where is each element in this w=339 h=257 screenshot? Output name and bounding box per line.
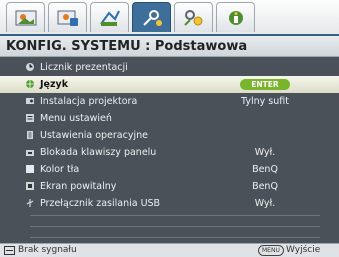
menu-item-presentation-timer[interactable]: Licznik prezentacji (0, 59, 339, 76)
menu-item-label: Język (40, 79, 69, 90)
tab-advanced-setup[interactable] (174, 2, 213, 32)
operation-icon (27, 131, 33, 139)
menu-item-label: Licznik prezentacji (40, 62, 128, 73)
menu-item-panel-key-lock[interactable]: Blokada klawiszy panelu Wył. (0, 144, 339, 161)
divider (30, 237, 320, 238)
divider (30, 226, 320, 227)
usb-icon (26, 199, 34, 207)
menu-item-menu-settings[interactable]: Menu ustawień (0, 110, 339, 127)
picture-icon (15, 10, 36, 25)
enter-badge: ENTER (240, 79, 290, 90)
menu-item-label: Ekran powitalny (40, 181, 117, 192)
menu-item-label: Menu ustawień (40, 113, 112, 124)
menu-item-usb-power-switch[interactable]: Przełącznik zasilania USB Wył. (0, 195, 339, 212)
menu-item-language[interactable]: Język ENTER (0, 76, 339, 93)
image-settings-icon (57, 10, 78, 26)
menu-item-label: Instalacja projektora (40, 96, 138, 107)
tab-source[interactable] (90, 2, 129, 32)
menu-item-splash-screen[interactable]: Ekran powitalny BenQ (0, 178, 339, 195)
menu-item-label: Kolor tła (40, 164, 80, 175)
menu-key-hint: MENU (258, 245, 284, 256)
menu-tab-bar (0, 0, 339, 34)
status-bar: Brak sygnału MENU Wyjście (0, 243, 339, 257)
splash-screen-icon (26, 182, 34, 190)
system-setup-icon (142, 9, 162, 26)
menu-item-value: Wył. (254, 198, 276, 209)
source-icon (99, 10, 120, 26)
tab-system-setup[interactable] (132, 2, 171, 32)
advanced-setup-icon (183, 9, 202, 26)
tab-picture[interactable] (6, 2, 45, 32)
signal-status: Brak sygnału (18, 245, 77, 255)
exit-hint[interactable]: Wyjście (286, 245, 320, 255)
language-icon (26, 80, 34, 88)
tab-information[interactable] (216, 2, 255, 32)
menu-item-label: Blokada klawiszy panelu (40, 147, 157, 158)
menu-item-value: BenQ (252, 164, 278, 175)
tab-image-settings[interactable] (48, 2, 87, 32)
menu-item-label: Ustawienia operacyjne (40, 130, 148, 141)
menu-icon (26, 114, 34, 122)
key-lock-icon (26, 150, 34, 156)
projector-icon (26, 98, 34, 104)
menu-item-value: Wył. (254, 147, 276, 158)
page-title: KONFIG. SYSTEMU : Podstawowa (0, 34, 339, 57)
no-signal-icon (4, 246, 15, 255)
menu-item-value: Tylny sufit (241, 96, 289, 107)
information-icon (228, 10, 243, 25)
menu-item-projector-installation[interactable]: Instalacja projektora Tylny sufit (0, 93, 339, 110)
menu-item-value: BenQ (252, 181, 278, 192)
settings-list: Licznik prezentacji Język ENTER Instalac… (0, 57, 339, 243)
menu-item-operation-settings[interactable]: Ustawienia operacyjne (0, 127, 339, 144)
timer-icon (26, 63, 34, 71)
menu-item-background-color[interactable]: Kolor tła BenQ (0, 161, 339, 178)
divider (30, 215, 320, 216)
menu-item-label: Przełącznik zasilania USB (40, 198, 161, 209)
background-color-icon (26, 165, 34, 173)
